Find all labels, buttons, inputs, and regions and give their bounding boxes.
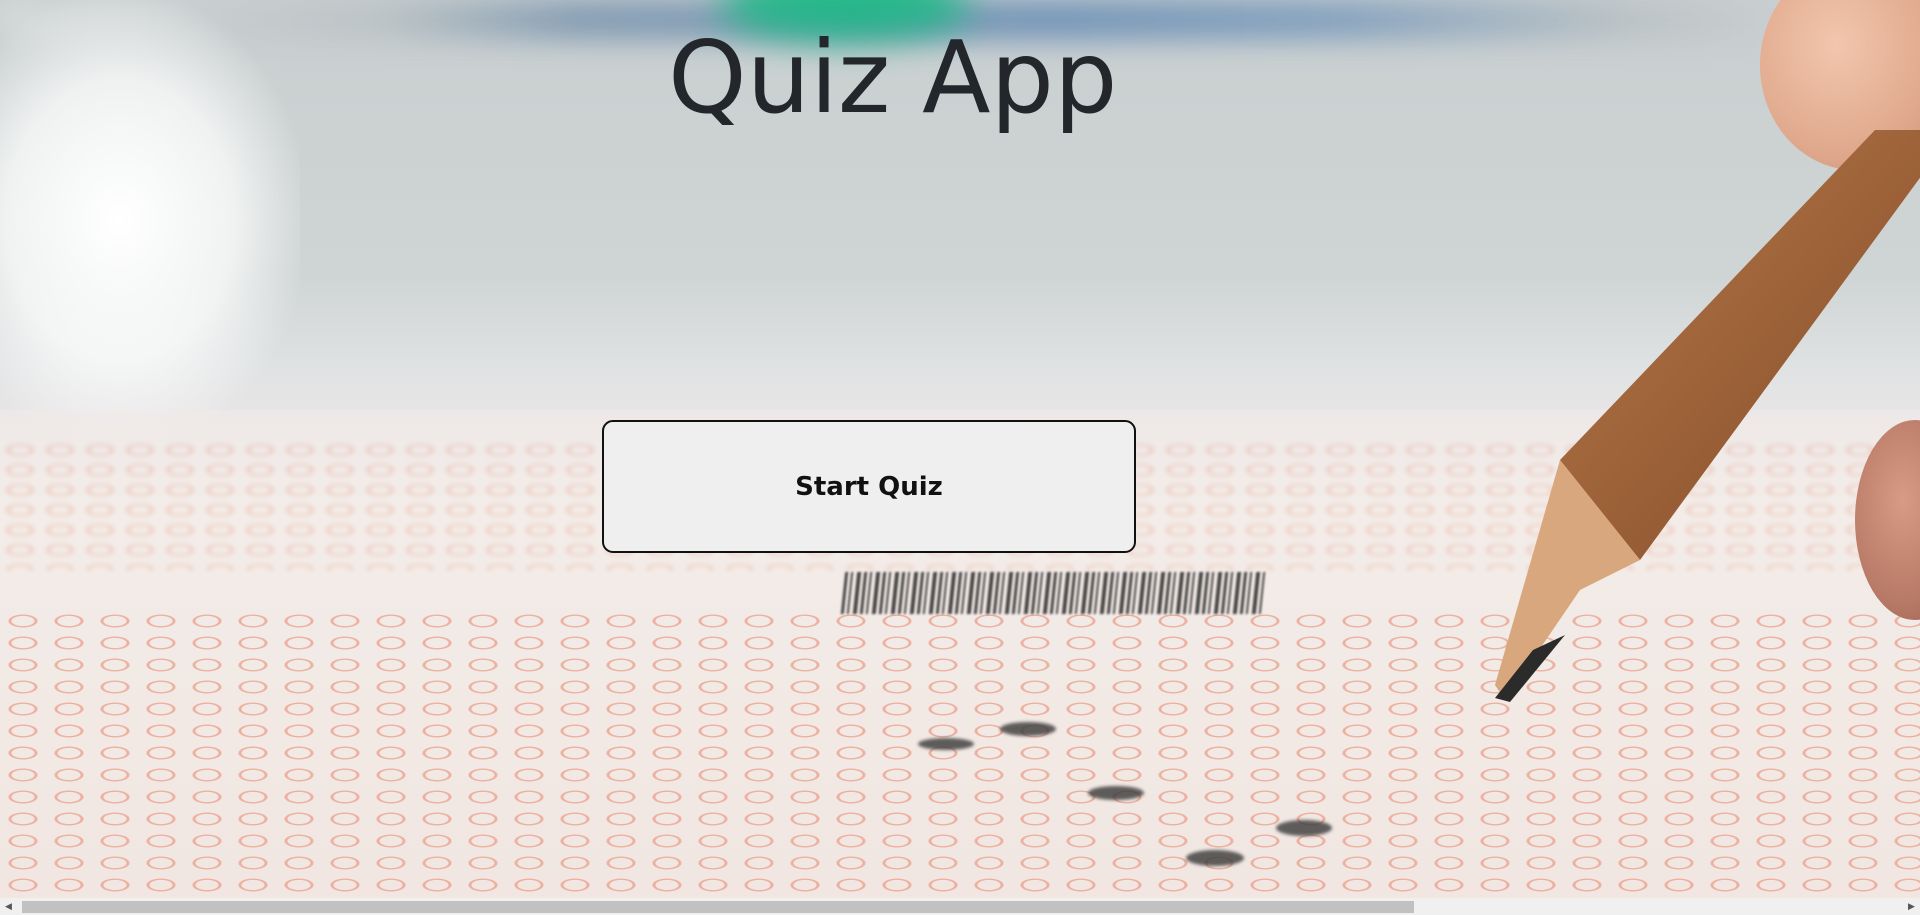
pencil-mark [918,738,974,750]
page-title: Quiz App [668,19,1118,136]
pencil-mark [1000,722,1056,736]
quiz-app-page: Quiz App Start Quiz ◀ ▶ [0,0,1920,915]
pencil-mark [1186,850,1244,866]
start-quiz-button[interactable]: Start Quiz [602,420,1136,553]
scrollbar-thumb[interactable] [22,901,1414,913]
barcode-image [840,572,1266,614]
scroll-right-icon[interactable]: ▶ [1903,898,1920,915]
pencil-mark [1276,820,1332,836]
background-white-haze [0,0,300,440]
horizontal-scrollbar[interactable]: ◀ ▶ [0,898,1920,915]
pencil-mark [1088,786,1144,800]
scroll-left-icon[interactable]: ◀ [0,898,17,915]
answer-bubbles [0,610,1920,900]
hand-finger-image [1760,0,1920,170]
